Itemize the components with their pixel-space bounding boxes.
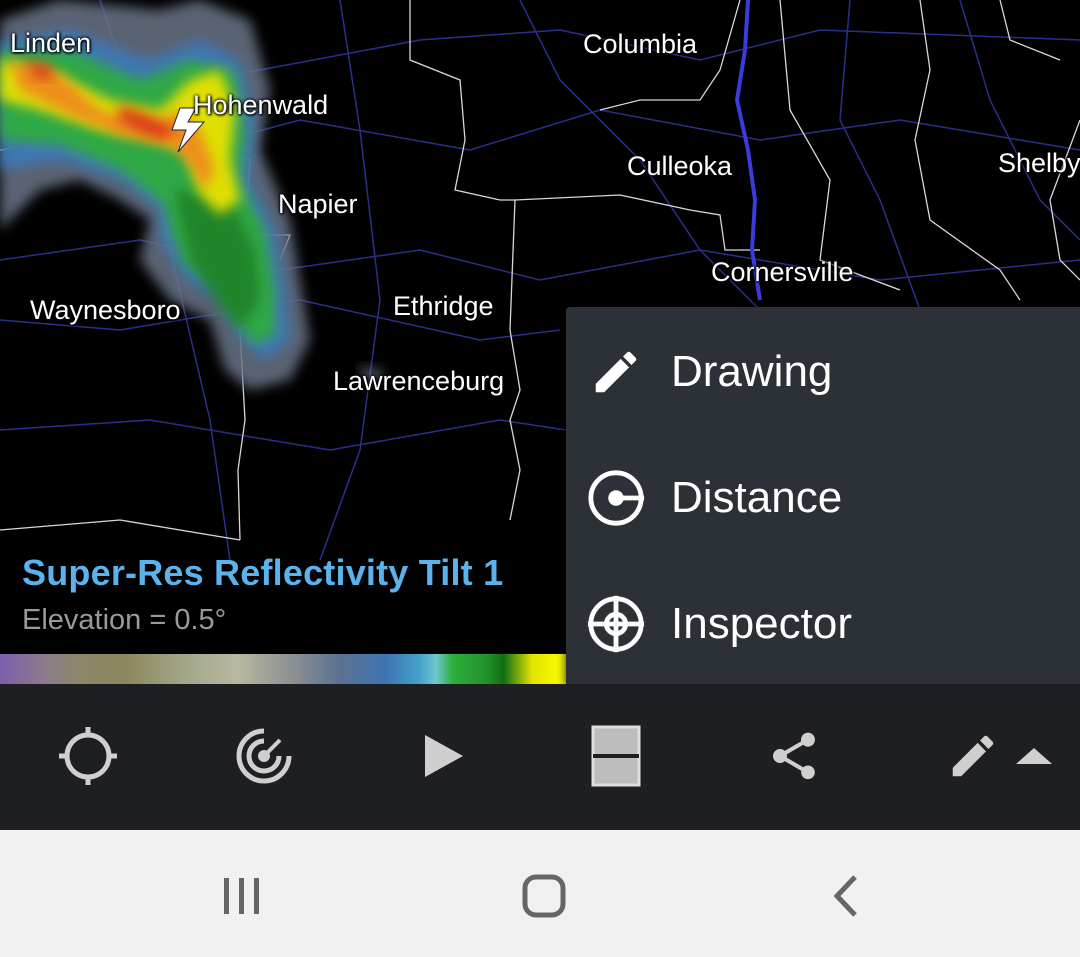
city-label: Columbia <box>583 29 698 59</box>
reflectivity-color-scale <box>0 654 566 684</box>
city-label: Linden <box>10 28 92 58</box>
locate-icon <box>57 725 119 792</box>
menu-item-label: Drawing <box>671 347 833 396</box>
share-button[interactable] <box>756 720 832 796</box>
back-icon <box>831 874 861 923</box>
play-button[interactable] <box>404 720 480 796</box>
back-button[interactable] <box>806 858 886 938</box>
city-label: Culleoka <box>627 151 733 181</box>
crosshair-icon <box>586 594 646 654</box>
elevation-label: Elevation = 0.5° <box>22 604 227 636</box>
play-icon <box>417 731 467 786</box>
home-icon <box>522 874 566 923</box>
city-label: Waynesboro <box>30 295 181 325</box>
system-nav-bar <box>0 830 1080 957</box>
city-label: Hohenwald <box>193 90 329 120</box>
layout-button[interactable] <box>578 720 654 796</box>
city-label: Lawrenceburg <box>333 366 505 396</box>
pencil-icon <box>586 342 646 402</box>
menu-item-label: Distance <box>671 473 843 522</box>
city-label: Shelby <box>998 148 1080 178</box>
bottom-toolbar <box>0 684 1080 830</box>
locate-button[interactable] <box>50 720 126 796</box>
radar-icon <box>234 726 294 791</box>
menu-item-label: Inspector <box>671 599 852 648</box>
home-button[interactable] <box>504 858 584 938</box>
caret-up-icon <box>1016 746 1052 771</box>
menu-item-inspector[interactable]: Inspector <box>566 561 1080 687</box>
tools-popup-menu: Drawing Distance Inspector <box>566 307 1080 684</box>
pencil-icon <box>946 729 1000 788</box>
recent-apps-icon <box>220 876 264 921</box>
tools-menu-button[interactable] <box>934 720 1064 796</box>
menu-item-drawing[interactable]: Drawing <box>566 309 1080 435</box>
product-title: Super-Res Reflectivity Tilt 1 <box>22 552 504 593</box>
interstate <box>734 0 762 301</box>
radar-button[interactable] <box>226 720 302 796</box>
city-label: Napier <box>278 189 358 219</box>
split-layout-icon <box>591 725 641 792</box>
distance-icon <box>586 468 646 528</box>
menu-item-distance[interactable]: Distance <box>566 435 1080 561</box>
city-label: Cornersville <box>711 257 854 287</box>
recent-apps-button[interactable] <box>202 858 282 938</box>
share-icon <box>766 728 822 789</box>
city-label: Ethridge <box>393 291 494 321</box>
